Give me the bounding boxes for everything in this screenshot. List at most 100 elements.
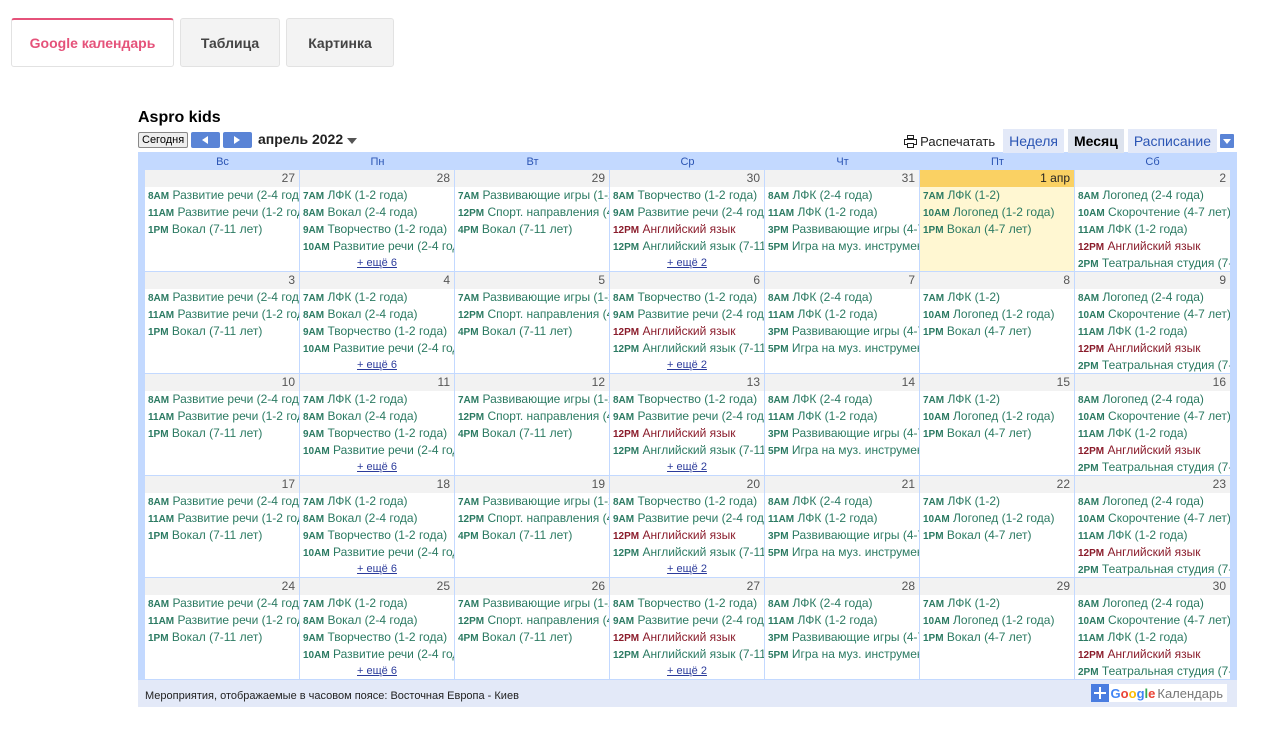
day-cell[interactable]: 31 8AM ЛФК (2-4 года) 11AM ЛФК (1-2 года) 3… <box>765 170 920 271</box>
day-cell[interactable]: 6 8AM Творчество (1-2 года) 9AM Развитие р… <box>610 272 765 373</box>
calendar-event[interactable]: 7AM Развивающие игры (1-2 года) <box>455 187 609 204</box>
day-cell[interactable]: 27 8AM Развитие речи (2-4 года) 11AM Разви… <box>145 170 300 271</box>
calendar-event[interactable]: 4PM Вокал (7-11 лет) <box>455 425 609 442</box>
calendar-event[interactable]: 9AM Творчество (1-2 года) <box>300 425 454 442</box>
calendar-event[interactable]: 11AM Развитие речи (1-2 года) <box>145 408 299 425</box>
today-button[interactable]: Сегодня <box>138 132 189 148</box>
calendar-event[interactable]: 9AM Творчество (1-2 года) <box>300 323 454 340</box>
view-tab-3[interactable]: Расписание <box>1127 129 1217 153</box>
calendar-event[interactable]: 2PM Театральная студия (7-11 лет) <box>1075 663 1230 679</box>
tab-2[interactable]: Таблица <box>180 18 280 67</box>
calendar-event[interactable]: 8AM Творчество (1-2 года) <box>610 595 764 612</box>
day-cell[interactable]: 22 7AM ЛФК (1-2) 10AM Логопед (1-2 года) 1P… <box>920 476 1075 577</box>
calendar-event[interactable]: 12PM Английский язык <box>610 527 764 544</box>
calendar-event[interactable]: 10AM Логопед (1-2 года) <box>920 612 1074 629</box>
calendar-event[interactable]: 11AM ЛФК (1-2 года) <box>765 612 919 629</box>
calendar-event[interactable]: 8AM ЛФК (2-4 года) <box>765 289 919 306</box>
calendar-event[interactable]: 8AM Творчество (1-2 года) <box>610 493 764 510</box>
day-cell[interactable]: 23 8AM Логопед (2-4 года) 10AM Скорочтение… <box>1075 476 1230 577</box>
calendar-event[interactable]: 12PM Английский язык <box>1075 340 1230 357</box>
calendar-event[interactable]: 8AM Развитие речи (2-4 года) <box>145 595 299 612</box>
calendar-event[interactable]: 10AM Развитие речи (2-4 года) <box>300 646 454 663</box>
day-cell[interactable]: 18 7AM ЛФК (1-2 года) 8AM Вокал (2-4 года)… <box>300 476 455 577</box>
view-menu-caret-icon[interactable] <box>1220 134 1234 148</box>
calendar-event[interactable]: 8AM Развитие речи (2-4 года) <box>145 187 299 204</box>
calendar-event[interactable]: 9AM Творчество (1-2 года) <box>300 221 454 238</box>
calendar-event[interactable]: 4PM Вокал (7-11 лет) <box>455 221 609 238</box>
calendar-event[interactable]: 9AM Развитие речи (2-4 года) <box>610 408 764 425</box>
calendar-event[interactable]: 7AM Развивающие игры (1-2 года) <box>455 493 609 510</box>
next-month-button[interactable] <box>223 132 252 148</box>
calendar-event[interactable]: 8AM Логопед (2-4 года) <box>1075 595 1230 612</box>
calendar-event[interactable]: 12PM Спорт. направления (4-7 лет) <box>455 612 609 629</box>
day-cell[interactable]: 20 8AM Творчество (1-2 года) 9AM Развитие … <box>610 476 765 577</box>
day-cell[interactable]: 25 7AM ЛФК (1-2 года) 8AM Вокал (2-4 года)… <box>300 578 455 679</box>
day-cell[interactable]: 197AM Развивающие игры (1-2 года)12PM Сп… <box>455 476 610 577</box>
calendar-event[interactable]: 12PM Английский язык (7-11 лет) <box>610 238 764 255</box>
calendar-event[interactable]: 10AM Развитие речи (2-4 года) <box>300 442 454 459</box>
calendar-event[interactable]: 12PM Английский язык <box>610 425 764 442</box>
more-events-link[interactable]: + ещё 6 <box>300 357 454 373</box>
more-events-link[interactable]: + ещё 2 <box>610 255 764 271</box>
calendar-event[interactable]: 1PM Вокал (7-11 лет) <box>145 221 299 238</box>
calendar-event[interactable]: 11AM ЛФК (1-2 года) <box>1075 221 1230 238</box>
calendar-event[interactable]: 9AM Творчество (1-2 года) <box>300 629 454 646</box>
calendar-event[interactable]: 11AM ЛФК (1-2 года) <box>765 306 919 323</box>
calendar-event[interactable]: 8AM Творчество (1-2 года) <box>610 187 764 204</box>
calendar-event[interactable]: 2PM Театральная студия (7-11 лет) <box>1075 459 1230 475</box>
calendar-event[interactable]: 8AM Логопед (2-4 года) <box>1075 187 1230 204</box>
calendar-event[interactable]: 1PM Вокал (4-7 лет) <box>920 323 1074 340</box>
calendar-event[interactable]: 4PM Вокал (7-11 лет) <box>455 629 609 646</box>
calendar-event[interactable]: 10AM Логопед (1-2 года) <box>920 510 1074 527</box>
calendar-event[interactable]: 8AM Вокал (2-4 года) <box>300 204 454 221</box>
calendar-event[interactable]: 8AM Вокал (2-4 года) <box>300 408 454 425</box>
more-events-link[interactable]: + ещё 6 <box>300 663 454 679</box>
calendar-event[interactable]: 12PM Спорт. направления (4-7 лет) <box>455 204 609 221</box>
more-events-link[interactable]: + ещё 2 <box>610 459 764 475</box>
calendar-event[interactable]: 12PM Спорт. направления (4-7 лет) <box>455 408 609 425</box>
day-cell[interactable]: 14 8AM ЛФК (2-4 года) 11AM ЛФК (1-2 года) 3… <box>765 374 920 475</box>
calendar-event[interactable]: 8AM Логопед (2-4 года) <box>1075 493 1230 510</box>
day-cell[interactable]: 10 8AM Развитие речи (2-4 года) 11AM Разви… <box>145 374 300 475</box>
calendar-event[interactable]: 11AM ЛФК (1-2 года) <box>765 510 919 527</box>
calendar-event[interactable]: 11AM ЛФК (1-2 года) <box>1075 425 1230 442</box>
calendar-event[interactable]: 2PM Театральная студия (7-11 лет) <box>1075 561 1230 577</box>
calendar-event[interactable]: 4PM Вокал (7-11 лет) <box>455 527 609 544</box>
day-cell[interactable]: 13 8AM Творчество (1-2 года) 9AM Развитие … <box>610 374 765 475</box>
day-cell[interactable]: 3 8AM Развитие речи (2-4 года) 11AM Развит… <box>145 272 300 373</box>
calendar-event[interactable]: 11AM ЛФК (1-2 года) <box>765 204 919 221</box>
day-cell[interactable]: 9 8AM Логопед (2-4 года) 10AM Скорочтение … <box>1075 272 1230 373</box>
calendar-event[interactable]: 9AM Развитие речи (2-4 года) <box>610 612 764 629</box>
calendar-event[interactable]: 8AM ЛФК (2-4 года) <box>765 391 919 408</box>
calendar-event[interactable]: 9AM Развитие речи (2-4 года) <box>610 204 764 221</box>
day-cell[interactable]: 4 7AM ЛФК (1-2 года) 8AM Вокал (2-4 года) 9… <box>300 272 455 373</box>
more-events-link[interactable]: + ещё 6 <box>300 561 454 577</box>
day-cell[interactable]: 27 8AM Творчество (1-2 года) 9AM Развитие … <box>610 578 765 679</box>
calendar-event[interactable]: 10AM Логопед (1-2 года) <box>920 306 1074 323</box>
calendar-event[interactable]: 10AM Развитие речи (2-4 года) <box>300 238 454 255</box>
day-cell[interactable]: 16 8AM Логопед (2-4 года) 10AM Скорочтение… <box>1075 374 1230 475</box>
calendar-event[interactable]: 10AM Скорочтение (4-7 лет) <box>1075 510 1230 527</box>
day-cell[interactable]: 28 8AM ЛФК (2-4 года) 11AM ЛФК (1-2 года) 3… <box>765 578 920 679</box>
calendar-event[interactable]: 8AM ЛФК (2-4 года) <box>765 493 919 510</box>
calendar-event[interactable]: 9AM Развитие речи (2-4 года) <box>610 510 764 527</box>
calendar-event[interactable]: 12PM Английский язык (7-11 лет) <box>610 544 764 561</box>
calendar-event[interactable]: 1PM Вокал (4-7 лет) <box>920 527 1074 544</box>
calendar-event[interactable]: 8AM Вокал (2-4 года) <box>300 306 454 323</box>
calendar-event[interactable]: 10AM Скорочтение (4-7 лет) <box>1075 612 1230 629</box>
calendar-event[interactable]: 8AM Вокал (2-4 года) <box>300 612 454 629</box>
calendar-event[interactable]: 3PM Развивающие игры (4-7 лет) <box>765 323 919 340</box>
calendar-event[interactable]: 10AM Скорочтение (4-7 лет) <box>1075 408 1230 425</box>
calendar-event[interactable]: 10AM Логопед (1-2 года) <box>920 408 1074 425</box>
calendar-event[interactable]: 8AM Развитие речи (2-4 года) <box>145 289 299 306</box>
calendar-event[interactable]: 8AM Логопед (2-4 года) <box>1075 289 1230 306</box>
calendar-event[interactable]: 11AM Развитие речи (1-2 года) <box>145 306 299 323</box>
calendar-event[interactable]: 9AM Развитие речи (2-4 года) <box>610 306 764 323</box>
day-cell[interactable]: 17 8AM Развитие речи (2-4 года) 11AM Разви… <box>145 476 300 577</box>
calendar-event[interactable]: 5PM Игра на муз. инструментах <box>765 238 919 255</box>
calendar-event[interactable]: 1PM Вокал (4-7 лет) <box>920 629 1074 646</box>
calendar-event[interactable]: 11AM ЛФК (1-2 года) <box>1075 527 1230 544</box>
calendar-event[interactable]: 9AM Творчество (1-2 года) <box>300 527 454 544</box>
calendar-event[interactable]: 7AM ЛФК (1-2 года) <box>300 187 454 204</box>
calendar-event[interactable]: 12PM Английский язык <box>1075 544 1230 561</box>
